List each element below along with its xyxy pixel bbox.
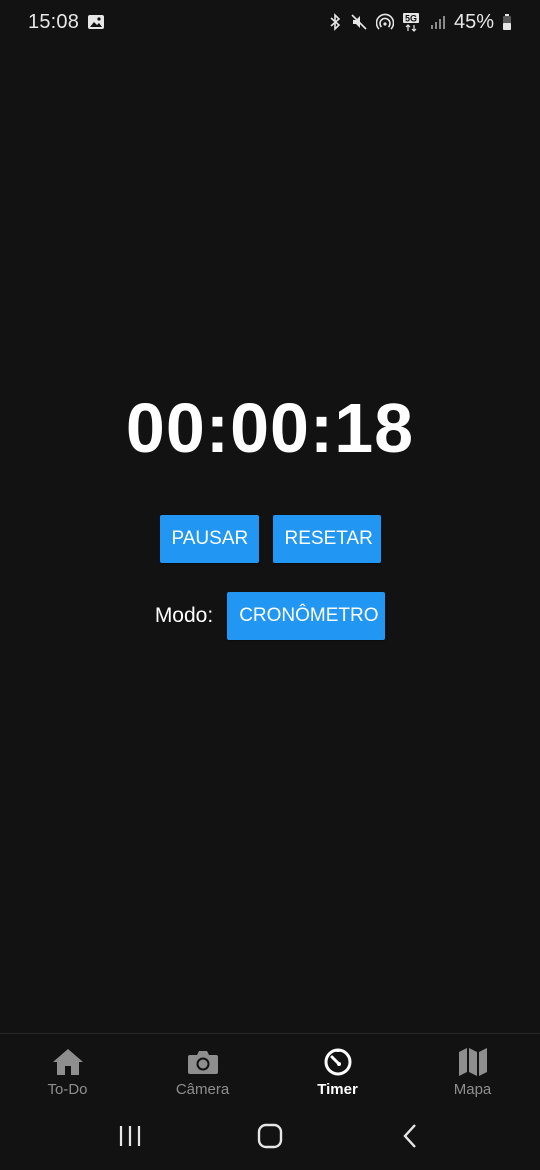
nav-item-todo[interactable]: To-Do [0,1034,135,1108]
reset-button[interactable]: RESETAR [272,515,381,563]
back-chevron-icon [400,1123,420,1154]
mode-label: Modo: [154,604,214,627]
nav-label-todo: To-Do [47,1081,88,1098]
status-left: 15:08 [28,11,105,34]
recent-apps-button[interactable] [100,1114,160,1164]
bottom-nav: To-Do Câmera Timer Mapa [0,1033,540,1108]
signal-icon [430,14,446,30]
recent-apps-icon [118,1124,142,1153]
home-circle-icon [257,1123,283,1154]
nav-label-map: Mapa [453,1081,492,1098]
mute-icon [350,13,368,31]
timer-display: 00:00:18 [125,389,415,467]
status-time: 15:08 [28,10,80,33]
5g-icon: 5G [402,12,422,32]
network-label: 5G [405,14,417,24]
app-screen: 15:08 5G 45% 00:00:18 PAUSAR RESETAR Mod… [0,0,540,1170]
nav-label-camera: Câmera [175,1081,230,1098]
battery-percent: 45% [453,10,494,33]
mode-row: Modo: CRONÔMETRO [0,592,540,640]
gallery-icon [87,13,105,31]
nav-item-map[interactable]: Mapa [405,1034,540,1108]
back-button[interactable] [380,1114,440,1164]
status-right: 5G 45% [328,11,512,34]
nav-item-timer[interactable]: Timer [270,1034,405,1108]
home-icon [52,1046,84,1078]
timer-controls: PAUSAR RESETAR [0,515,540,563]
system-nav-bar [0,1107,540,1170]
nav-label-timer: Timer [317,1081,358,1098]
bluetooth-icon [328,13,342,31]
hotspot-icon [375,13,394,31]
mode-toggle-button[interactable]: CRONÔMETRO [227,592,386,640]
camera-icon [187,1046,219,1078]
battery-icon [502,13,512,31]
map-icon [457,1046,489,1078]
nav-item-camera[interactable]: Câmera [135,1034,270,1108]
timer-icon [322,1046,354,1078]
pause-button[interactable]: PAUSAR [159,515,259,563]
home-button[interactable] [240,1114,300,1164]
status-bar: 15:08 5G 45% [0,0,540,44]
